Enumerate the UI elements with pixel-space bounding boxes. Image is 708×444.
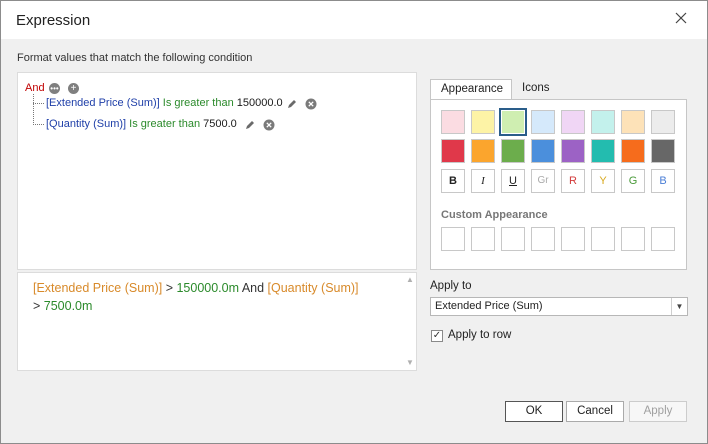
italic-button[interactable]: I	[471, 169, 495, 193]
apply-to-value: Extended Price (Sum)	[435, 300, 543, 312]
custom-appearance-slot[interactable]	[591, 227, 615, 251]
expression-value: 7500.0m	[43, 299, 93, 313]
apply-to-row-checkbox[interactable]: ✓	[431, 330, 443, 342]
light-color-swatch[interactable]	[471, 110, 495, 134]
apply-to-row-label[interactable]: Apply to row	[448, 329, 511, 341]
bold-button[interactable]: B	[441, 169, 465, 193]
appearance-panel: B I U Gr R Y G B Custom Appearance	[430, 99, 687, 270]
condition-operator[interactable]: Is greater than	[163, 97, 234, 109]
edit-icon[interactable]	[244, 119, 256, 131]
edit-icon[interactable]	[286, 98, 298, 110]
condition-value[interactable]: 150000.0	[237, 97, 283, 109]
apply-to-label: Apply to	[430, 280, 472, 292]
condition-value[interactable]: 7500.0	[203, 118, 237, 130]
condition-row-2[interactable]: [Quantity (Sum)] Is greater than 7500.0	[46, 118, 237, 130]
dark-color-swatch[interactable]	[651, 139, 675, 163]
custom-appearance-slot[interactable]	[471, 227, 495, 251]
condition-label: Format values that match the following c…	[17, 52, 253, 64]
condition-row-1[interactable]: [Extended Price (Sum)] Is greater than 1…	[46, 97, 283, 109]
scroll-up-icon[interactable]: ▲	[406, 276, 414, 284]
underline-button[interactable]: U	[501, 169, 525, 193]
add-condition-icon[interactable]: +	[68, 83, 79, 94]
green-text-button[interactable]: G	[621, 169, 645, 193]
expression-operator: >	[162, 281, 177, 295]
dark-color-swatch[interactable]	[441, 139, 465, 163]
expression-field: [Quantity (Sum)]	[267, 281, 359, 295]
remove-condition-icon[interactable]	[305, 98, 317, 110]
expression-field: [Extended Price (Sum)]	[33, 281, 163, 295]
yellow-text-button[interactable]: Y	[591, 169, 615, 193]
expression-text[interactable]: [Extended Price (Sum)] > 150000.0m And […	[33, 279, 403, 315]
chevron-down-icon[interactable]: ▼	[671, 298, 687, 315]
scroll-down-icon[interactable]: ▼	[406, 359, 414, 367]
cancel-button[interactable]: Cancel	[566, 401, 624, 422]
custom-appearance-slot[interactable]	[621, 227, 645, 251]
custom-appearance-slot[interactable]	[651, 227, 675, 251]
dark-color-swatch[interactable]	[621, 139, 645, 163]
custom-appearance-slot[interactable]	[531, 227, 555, 251]
apply-button[interactable]: Apply	[629, 401, 687, 422]
custom-appearance-label: Custom Appearance	[441, 209, 548, 221]
light-color-swatch[interactable]	[499, 108, 527, 136]
expression-joiner: And	[239, 281, 268, 295]
dark-color-swatch[interactable]	[501, 139, 525, 163]
custom-appearance-slot[interactable]	[501, 227, 525, 251]
dark-color-swatch[interactable]	[531, 139, 555, 163]
custom-appearance-slot[interactable]	[441, 227, 465, 251]
expression-editor[interactable]: [Extended Price (Sum)] > 150000.0m And […	[17, 272, 417, 371]
gray-text-button[interactable]: Gr	[531, 169, 555, 193]
condition-operator[interactable]: Is greater than	[129, 118, 200, 130]
tab-icons[interactable]: Icons	[512, 79, 562, 99]
dark-color-swatch[interactable]	[471, 139, 495, 163]
expression-value: 150000.0m	[176, 281, 240, 295]
light-color-swatch[interactable]	[441, 110, 465, 134]
expression-operator: >	[33, 299, 44, 313]
dialog-content: Format values that match the following c…	[1, 39, 707, 443]
filter-tree: And ••• + [Extended Price (Sum)] Is grea…	[17, 72, 417, 270]
condition-field[interactable]: [Quantity (Sum)]	[46, 118, 126, 130]
apply-to-select[interactable]: Extended Price (Sum) ▼	[430, 297, 688, 316]
ok-button[interactable]: OK	[505, 401, 563, 422]
red-text-button[interactable]: R	[561, 169, 585, 193]
blue-text-button[interactable]: B	[651, 169, 675, 193]
custom-appearance-slot[interactable]	[561, 227, 585, 251]
remove-condition-icon[interactable]	[263, 119, 275, 131]
dark-color-swatch[interactable]	[591, 139, 615, 163]
light-color-swatch[interactable]	[651, 110, 675, 134]
tab-appearance[interactable]: Appearance	[430, 79, 512, 100]
light-color-swatch[interactable]	[591, 110, 615, 134]
title-bar: Expression	[1, 1, 707, 39]
condition-field[interactable]: [Extended Price (Sum)]	[46, 97, 160, 109]
light-color-swatch[interactable]	[561, 110, 585, 134]
more-icon[interactable]: •••	[49, 83, 60, 94]
light-color-swatch[interactable]	[621, 110, 645, 134]
tree-connector	[33, 103, 44, 104]
expression-dialog: Expression Format values that match the …	[0, 0, 708, 444]
expression-scrollbar[interactable]: ▲ ▼	[404, 273, 416, 370]
tree-connector	[33, 124, 44, 125]
light-color-swatch[interactable]	[531, 110, 555, 134]
dark-color-swatch[interactable]	[561, 139, 585, 163]
root-operator[interactable]: And	[25, 82, 45, 94]
dialog-title: Expression	[16, 12, 91, 29]
close-icon[interactable]	[673, 10, 689, 26]
tree-connector	[33, 94, 34, 125]
